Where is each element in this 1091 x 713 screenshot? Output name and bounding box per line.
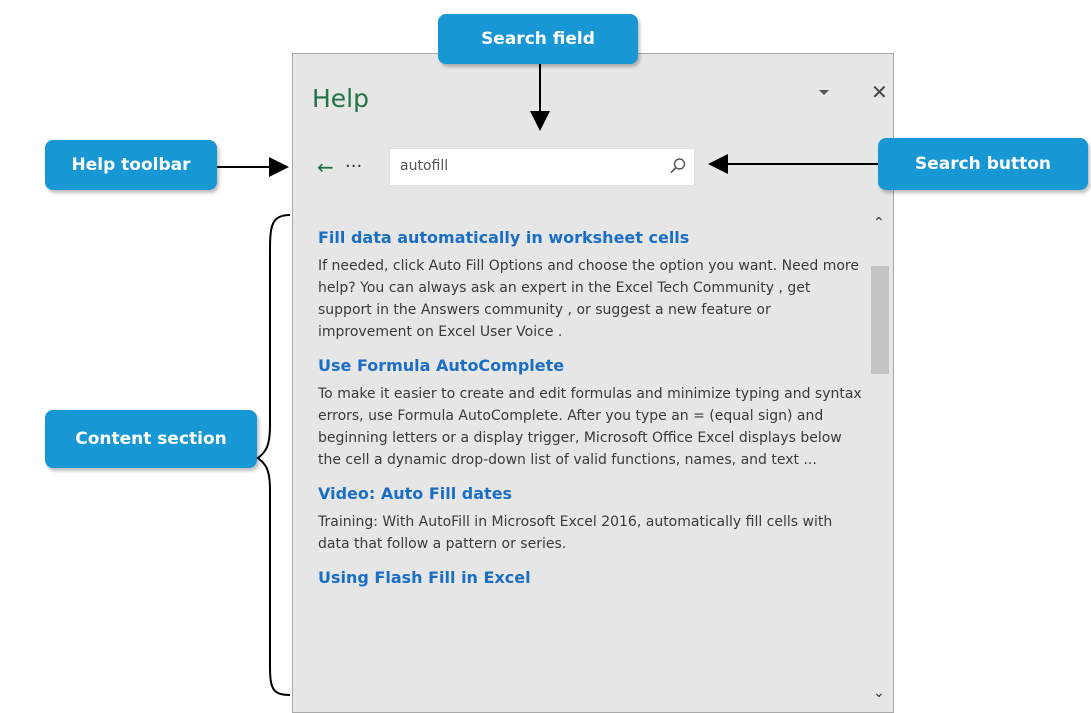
result-description: If needed, click Auto Fill Options and c… xyxy=(318,258,859,340)
back-arrow-icon[interactable]: ← xyxy=(317,157,334,177)
callout-search-button: Search button xyxy=(878,138,1088,190)
result-title-link[interactable]: Using Flash Fill in Excel xyxy=(318,568,868,587)
result-description: Training: With AutoFill in Microsoft Exc… xyxy=(318,514,833,552)
scroll-up-icon[interactable]: ⌃ xyxy=(873,216,885,230)
callout-content-section: Content section xyxy=(45,410,257,468)
result-item: Use Formula AutoComplete To make it easi… xyxy=(318,356,868,471)
callout-help-toolbar: Help toolbar xyxy=(45,140,217,190)
search-icon[interactable] xyxy=(668,156,688,176)
content-section: Fill data automatically in worksheet cel… xyxy=(318,228,868,600)
result-item: Video: Auto Fill dates Training: With Au… xyxy=(318,484,868,555)
result-item: Using Flash Fill in Excel xyxy=(318,568,868,587)
search-input[interactable]: autofill xyxy=(400,158,448,174)
result-item: Fill data automatically in worksheet cel… xyxy=(318,228,868,343)
callout-search-field: Search field xyxy=(438,14,638,64)
help-pane: Help ✕ ← ··· autofill Fill data automati… xyxy=(292,53,894,713)
pane-title: Help xyxy=(312,84,369,113)
content-brace xyxy=(256,214,291,696)
close-icon[interactable]: ✕ xyxy=(871,82,888,102)
more-options-icon[interactable]: ··· xyxy=(345,158,362,176)
result-title-link[interactable]: Fill data automatically in worksheet cel… xyxy=(318,228,868,247)
result-title-link[interactable]: Use Formula AutoComplete xyxy=(318,356,868,375)
scroll-down-icon[interactable]: ⌄ xyxy=(873,686,885,700)
result-title-link[interactable]: Video: Auto Fill dates xyxy=(318,484,868,503)
result-description: To make it easier to create and edit for… xyxy=(318,386,862,468)
search-field[interactable]: autofill xyxy=(389,148,695,186)
vertical-scrollbar[interactable]: ⌃ ⌄ xyxy=(871,212,889,712)
scroll-thumb[interactable] xyxy=(871,266,889,374)
dropdown-icon[interactable] xyxy=(819,90,829,95)
